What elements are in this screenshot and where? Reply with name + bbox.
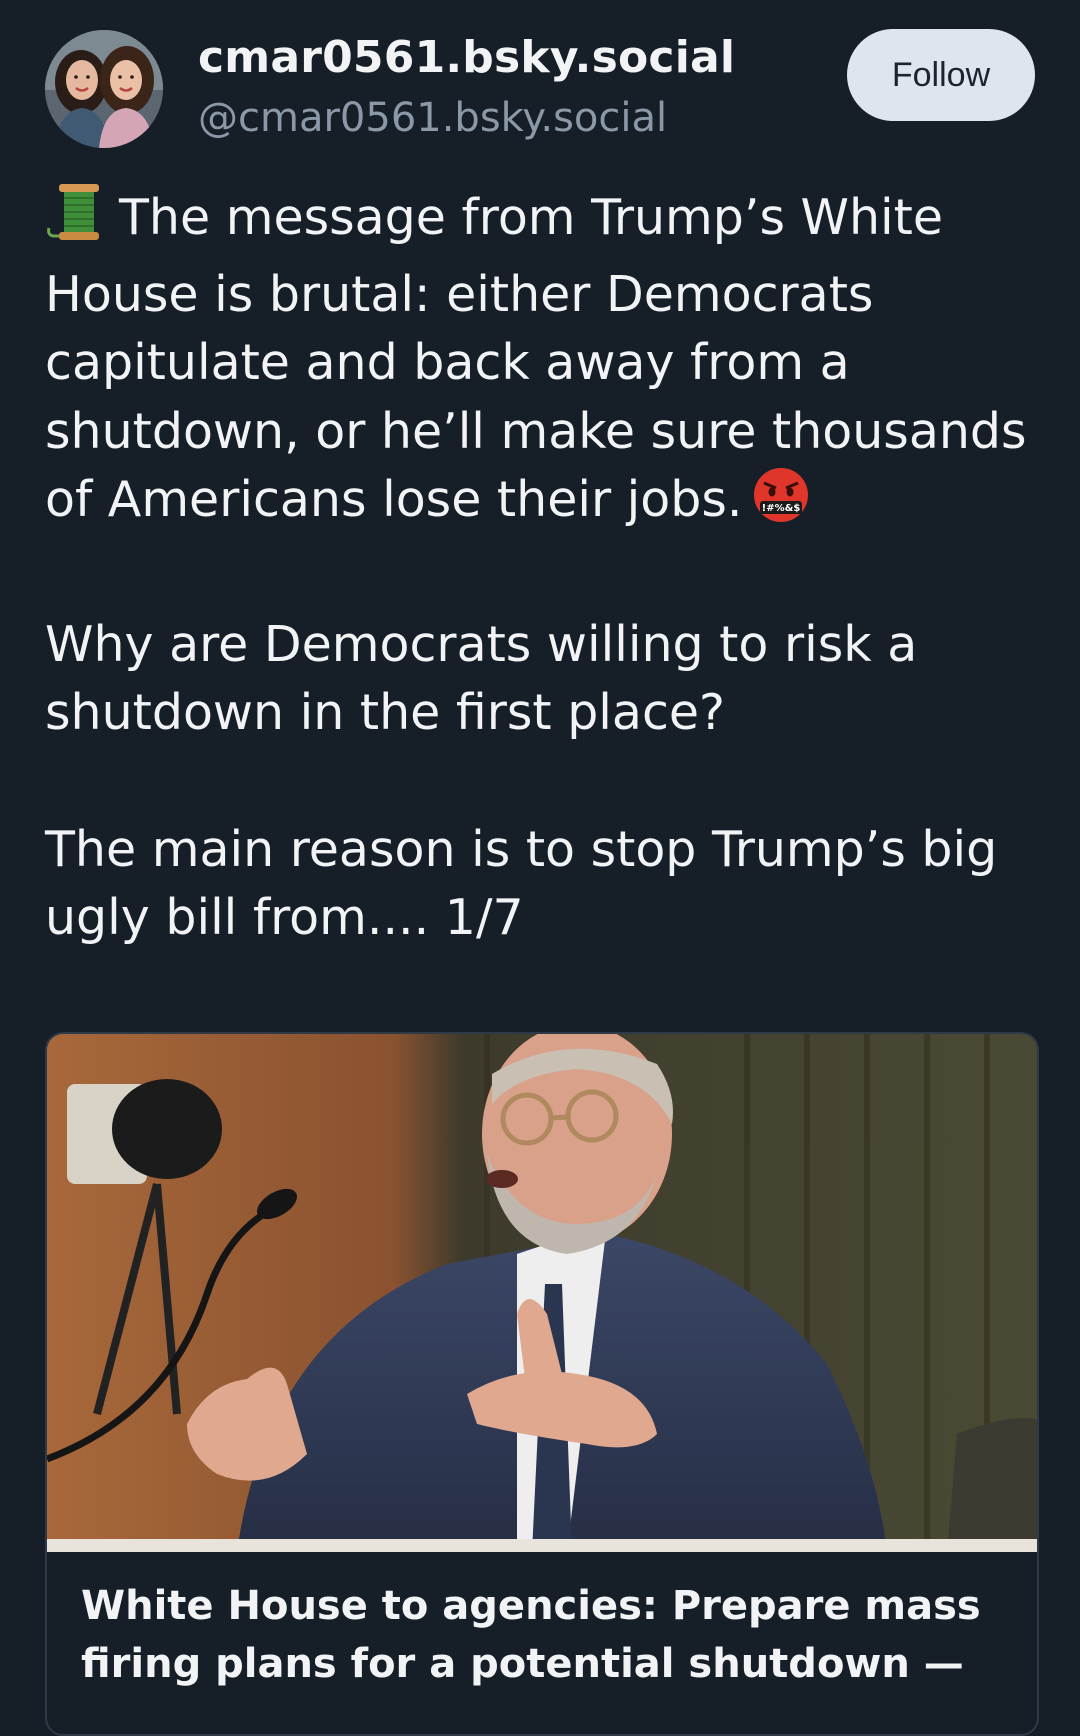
link-preview-card[interactable]: White House to agencies: Prepare mass fi…	[45, 1032, 1039, 1736]
author-avatar[interactable]	[45, 30, 163, 148]
post-paragraph-1-text: The message from Trump’s White House is …	[45, 189, 1027, 528]
link-card-image[interactable]	[47, 1034, 1037, 1552]
post-container: cmar0561.bsky.social @cmar0561.bsky.soci…	[0, 0, 1080, 1736]
avatar-photo-icon	[45, 30, 163, 148]
link-card-title[interactable]: White House to agencies: Prepare mass fi…	[81, 1577, 1011, 1693]
author-display-name[interactable]: cmar0561.bsky.social	[198, 32, 735, 83]
svg-text:!#%&$: !#%&$	[762, 503, 801, 514]
post-paragraph-1: The message from Trump’s White House is …	[45, 182, 1045, 543]
spool-of-thread-icon	[45, 182, 105, 261]
author-handle[interactable]: @cmar0561.bsky.social	[198, 95, 667, 141]
hearing-photo-icon	[47, 1034, 1037, 1552]
post-paragraph-2: Why are Democrats willing to risk a shut…	[45, 615, 918, 742]
post-paragraph-3: The main reason is to stop Trump’s big u…	[45, 820, 998, 947]
face-with-symbols-icon: !#%&$	[752, 466, 810, 543]
post-text: The message from Trump’s White House is …	[45, 182, 1045, 953]
follow-button[interactable]: Follow	[847, 29, 1035, 121]
